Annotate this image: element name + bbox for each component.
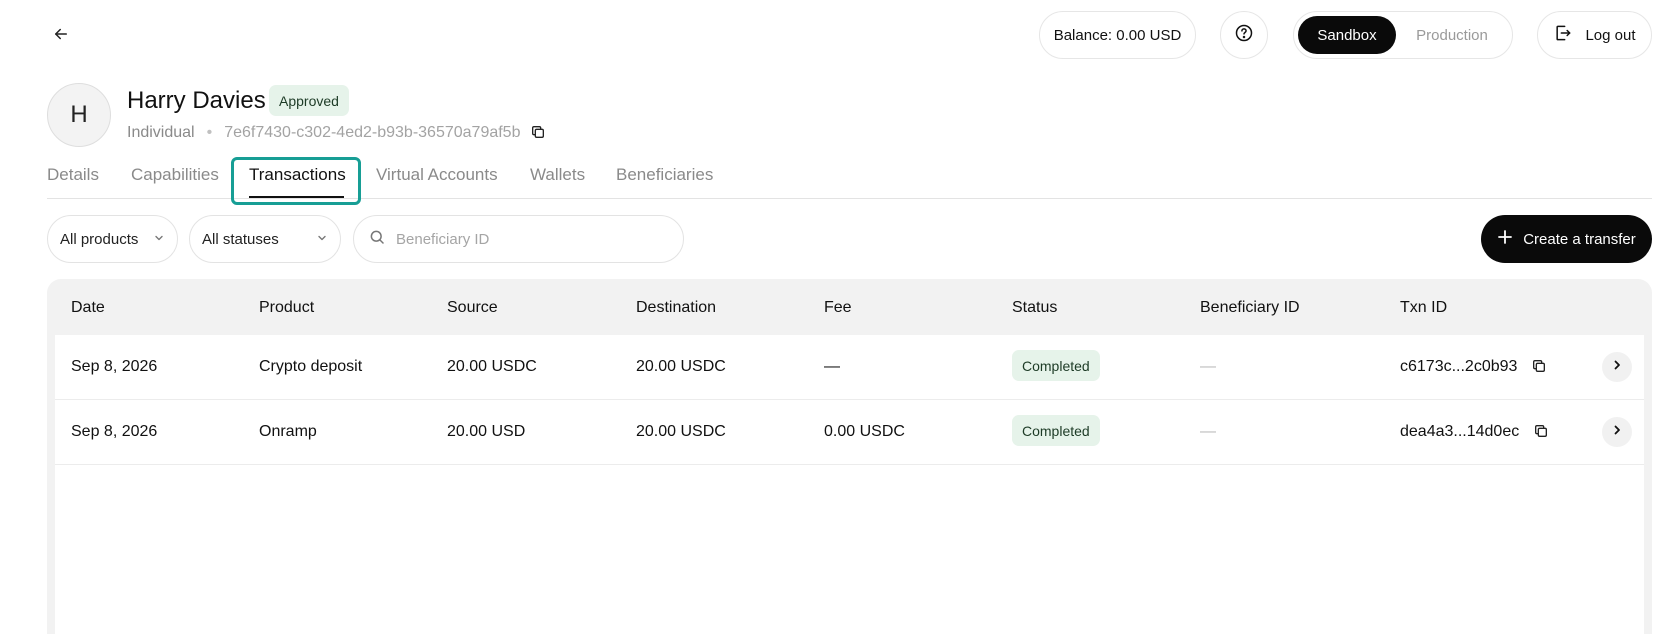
environment-toggle: Sandbox Production [1293,11,1513,59]
avatar-initial: H [70,101,88,128]
user-name: Harry Davies [127,87,266,114]
table-row[interactable]: Sep 8, 2026 Crypto deposit 20.00 USDC 20… [55,335,1644,400]
separator-dot: • [206,124,213,141]
customer-type: Individual [127,124,195,141]
help-button[interactable] [1220,11,1268,59]
tab-details[interactable]: Details [47,165,99,185]
question-circle-icon [1234,23,1254,47]
status-badge: Completed [1012,350,1100,381]
cell-product: Onramp [259,423,317,440]
customer-id: 7e6f7430-c302-4ed2-b93b-36570a79af5b [224,124,521,141]
column-header-status: Status [1012,299,1058,316]
cell-date: Sep 8, 2026 [71,423,158,440]
statuses-filter-label: All statuses [202,230,279,248]
cell-fee: — [824,358,840,375]
chevron-down-icon [153,231,165,248]
beneficiary-search [353,215,684,263]
column-header-date: Date [71,299,105,316]
column-header-fee: Fee [824,299,852,316]
env-option-production[interactable]: Production [1396,16,1508,54]
cell-beneficiary-id: — [1200,423,1216,440]
tab-beneficiaries[interactable]: Beneficiaries [616,165,713,185]
cell-beneficiary-id: — [1200,358,1216,375]
balance-display: Balance: 0.00 USD [1039,11,1196,59]
cell-txn-id: dea4a3...14d0ec [1400,423,1551,441]
profile-subline: Individual • 7e6f7430-c302-4ed2-b93b-365… [127,124,548,142]
active-tab-underline [249,196,344,198]
avatar: H [47,83,111,147]
txn-id-text: c6173c...2c0b93 [1400,358,1518,375]
logout-button[interactable]: Log out [1537,11,1652,59]
column-header-destination: Destination [636,299,717,316]
env-option-sandbox[interactable]: Sandbox [1298,16,1396,54]
logout-icon [1553,23,1573,47]
status-badge: Approved [269,85,349,116]
cell-destination: 20.00 USDC [636,358,726,375]
create-transfer-label: Create a transfer [1523,230,1636,248]
row-open-button[interactable] [1602,417,1632,447]
cell-product: Crypto deposit [259,358,363,375]
tab-virtual-accounts[interactable]: Virtual Accounts [376,165,498,185]
copy-icon[interactable] [530,124,548,142]
cell-destination: 20.00 USDC [636,423,726,440]
column-header-beneficiary-id: Beneficiary ID [1200,299,1300,316]
statuses-filter[interactable]: All statuses [189,215,341,263]
chevron-right-icon [1611,358,1623,376]
column-header-txn-id: Txn ID [1400,299,1448,316]
copy-icon[interactable] [1531,358,1549,376]
plus-icon [1497,229,1513,249]
products-filter-label: All products [60,230,139,248]
create-transfer-button[interactable]: Create a transfer [1481,215,1652,263]
products-filter[interactable]: All products [47,215,178,263]
beneficiary-search-input[interactable] [396,230,656,248]
tab-capabilities[interactable]: Capabilities [131,165,219,185]
column-header-product: Product [259,299,315,316]
search-icon [368,228,386,251]
cell-txn-id: c6173c...2c0b93 [1400,358,1549,376]
table-body: Sep 8, 2026 Crypto deposit 20.00 USDC 20… [55,335,1644,634]
table-row[interactable]: Sep 8, 2026 Onramp 20.00 USD 20.00 USDC … [55,400,1644,465]
tab-wallets[interactable]: Wallets [530,165,585,185]
logout-label: Log out [1585,26,1636,44]
cell-source: 20.00 USD [447,423,526,440]
chevron-right-icon [1611,423,1623,441]
cell-date: Sep 8, 2026 [71,358,158,375]
copy-icon[interactable] [1533,423,1551,441]
balance-label: Balance: 0.00 USD [1053,26,1182,44]
transactions-table: Date Product Source Destination Fee Stat… [47,279,1652,634]
column-header-source: Source [447,299,498,316]
cell-fee: 0.00 USDC [824,423,905,440]
chevron-down-icon [316,231,328,248]
status-badge: Completed [1012,415,1100,446]
table-header: Date Product Source Destination Fee Stat… [47,279,1652,335]
row-open-button[interactable] [1602,352,1632,382]
tab-bar: Details Capabilities Transactions Virtua… [47,158,1652,199]
txn-id-text: dea4a3...14d0ec [1400,423,1520,440]
tab-transactions[interactable]: Transactions [249,165,346,185]
back-button[interactable] [47,22,75,50]
cell-source: 20.00 USDC [447,358,537,375]
arrow-left-icon [52,25,70,48]
